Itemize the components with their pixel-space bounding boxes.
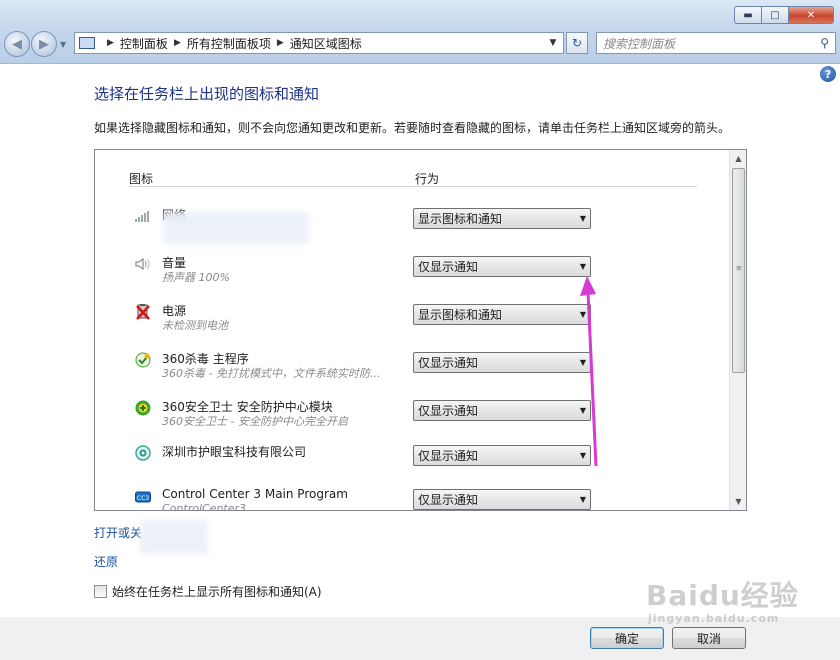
baidu-watermark: Baidu经验 jingyan.baidu.com bbox=[646, 574, 799, 625]
always-show-checkbox[interactable] bbox=[94, 585, 107, 598]
behavior-value: 仅显示通知 bbox=[418, 260, 479, 274]
behavior-select[interactable]: 仅显示通知 ▼ bbox=[413, 400, 591, 421]
search-placeholder: 搜索控制面板 bbox=[603, 36, 676, 51]
watermark-logo: Baidu经验 bbox=[646, 579, 799, 612]
always-show-option[interactable]: 始终在任务栏上显示所有图标和通知(A) bbox=[94, 583, 322, 600]
list-item: 电源 未检测到电池 显示图标和通知 ▼ bbox=[135, 296, 695, 340]
behavior-select[interactable]: 仅显示通知 ▼ bbox=[413, 256, 591, 277]
close-button[interactable]: ✕ bbox=[788, 6, 834, 24]
list-item: 360杀毒 主程序 360杀毒 - 免打扰模式中，文件系统实时防... 仅显示通… bbox=[135, 344, 695, 388]
grip-icon: ≡ bbox=[736, 264, 742, 272]
ok-button[interactable]: 确定 bbox=[590, 627, 664, 649]
row-name: 深圳市护眼宝科技有限公司 bbox=[162, 445, 307, 459]
speaker-icon bbox=[135, 256, 151, 272]
breadcrumb-separator-icon[interactable]: ▶ bbox=[277, 38, 284, 48]
chevron-down-icon: ▼ bbox=[579, 262, 587, 271]
scroll-down-icon[interactable]: ▼ bbox=[730, 493, 746, 510]
row-description: 360杀毒 - 免打扰模式中，文件系统实时防... bbox=[162, 367, 381, 380]
breadcrumb-all-items[interactable]: 所有控制面板项 bbox=[187, 35, 271, 52]
help-icon[interactable]: ? bbox=[820, 66, 836, 82]
redaction-blur bbox=[163, 212, 309, 244]
behavior-value: 显示图标和通知 bbox=[418, 212, 503, 226]
360-antivirus-icon bbox=[135, 352, 151, 368]
svg-text:CC3: CC3 bbox=[137, 495, 149, 502]
row-description: 360安全卫士 - 安全防护中心完全开启 bbox=[162, 415, 348, 428]
behavior-select[interactable]: 仅显示通知 ▼ bbox=[413, 489, 591, 510]
back-arrow-icon[interactable]: ◀ bbox=[4, 31, 30, 57]
search-icon[interactable]: ⚲ bbox=[820, 36, 829, 50]
title-bar: ▬ □ ✕ ◀ ▶ ▼ ▶ 控制面板 ▶ 所有控制面板项 ▶ 通知区域图标 ▼ … bbox=[0, 0, 840, 64]
page-description: 如果选择隐藏图标和通知，则不会向您通知更改和更新。若要随时查看隐藏的图标，请单击… bbox=[94, 121, 731, 135]
control-center-icon: CC3 bbox=[135, 489, 151, 505]
power-icon bbox=[135, 304, 151, 320]
minimize-button[interactable]: ▬ bbox=[734, 6, 762, 24]
redaction-blur bbox=[140, 520, 208, 554]
maximize-button[interactable]: □ bbox=[761, 6, 789, 24]
address-bar[interactable]: ▶ 控制面板 ▶ 所有控制面板项 ▶ 通知区域图标 ▼ bbox=[74, 32, 564, 54]
page-title: 选择在任务栏上出现的图标和通知 bbox=[94, 85, 320, 103]
column-header-icon: 图标 bbox=[129, 172, 154, 186]
refresh-icon: ↻ bbox=[571, 36, 583, 50]
behavior-select[interactable]: 显示图标和通知 ▼ bbox=[413, 208, 591, 229]
network-icon bbox=[135, 208, 151, 224]
chevron-down-icon: ▼ bbox=[579, 451, 587, 460]
behavior-value: 显示图标和通知 bbox=[418, 308, 503, 322]
notification-icons-list: 图标 行为 网络 显示图标和通知 ▼ 音量 扬声器 100% 仅显示通知 ▼ 电… bbox=[94, 149, 747, 511]
chevron-down-icon: ▼ bbox=[579, 214, 587, 223]
watermark-domain: jingyan.baidu.com bbox=[648, 612, 780, 625]
chevron-down-icon: ▼ bbox=[579, 310, 587, 319]
row-description: ControlCenter3 bbox=[162, 502, 247, 511]
recent-pages-dropdown-icon[interactable]: ▼ bbox=[60, 40, 66, 49]
behavior-value: 仅显示通知 bbox=[418, 356, 479, 370]
forward-arrow-icon[interactable]: ▶ bbox=[31, 31, 57, 57]
chevron-down-icon: ▼ bbox=[579, 406, 587, 415]
vertical-scrollbar[interactable]: ▲ ≡ ▼ bbox=[729, 150, 746, 510]
restore-defaults-link[interactable]: 还原 bbox=[94, 553, 118, 570]
list-item: 深圳市护眼宝科技有限公司 仅显示通知 ▼ bbox=[135, 437, 695, 481]
scroll-thumb[interactable]: ≡ bbox=[732, 168, 745, 373]
behavior-select[interactable]: 仅显示通知 ▼ bbox=[413, 445, 591, 466]
behavior-value: 仅显示通知 bbox=[418, 404, 479, 418]
scroll-up-icon[interactable]: ▲ bbox=[730, 150, 746, 167]
control-panel-icon bbox=[79, 37, 95, 49]
address-dropdown-icon[interactable]: ▼ bbox=[543, 38, 563, 48]
list-item: 音量 扬声器 100% 仅显示通知 ▼ bbox=[135, 248, 695, 292]
chevron-down-icon: ▼ bbox=[579, 358, 587, 367]
behavior-select[interactable]: 仅显示通知 ▼ bbox=[413, 352, 591, 373]
behavior-value: 仅显示通知 bbox=[418, 449, 479, 463]
cancel-button[interactable]: 取消 bbox=[672, 627, 746, 649]
navigation-buttons: ◀ ▶ ▼ bbox=[4, 31, 66, 57]
always-show-label: 始终在任务栏上显示所有图标和通知(A) bbox=[112, 585, 322, 599]
behavior-select[interactable]: 显示图标和通知 ▼ bbox=[413, 304, 591, 325]
turn-system-icons-link[interactable]: 打开或关 bbox=[94, 524, 142, 541]
refresh-button[interactable]: ↻ bbox=[566, 32, 588, 54]
row-description: 扬声器 100% bbox=[162, 271, 230, 284]
list-item: 360安全卫士 安全防护中心模块 360安全卫士 - 安全防护中心完全开启 仅显… bbox=[135, 392, 695, 436]
search-input[interactable]: 搜索控制面板 ⚲ bbox=[596, 32, 836, 54]
row-description: 未检测到电池 bbox=[162, 319, 228, 332]
column-header-behavior: 行为 bbox=[415, 172, 440, 186]
behavior-value: 仅显示通知 bbox=[418, 493, 479, 507]
chevron-down-icon: ▼ bbox=[579, 495, 587, 504]
window-controls: ▬ □ ✕ bbox=[734, 6, 834, 24]
eye-protection-icon bbox=[135, 445, 151, 461]
column-header: 图标 行为 bbox=[129, 170, 697, 187]
breadcrumb-separator-icon[interactable]: ▶ bbox=[107, 38, 114, 48]
breadcrumb-separator-icon[interactable]: ▶ bbox=[174, 38, 181, 48]
breadcrumb-control-panel[interactable]: 控制面板 bbox=[120, 35, 168, 52]
row-name: Control Center 3 Main Program bbox=[162, 487, 348, 501]
list-item: CC3 Control Center 3 Main Program Contro… bbox=[135, 481, 695, 511]
360-safeguard-icon bbox=[135, 400, 151, 416]
breadcrumb-notification-icons[interactable]: 通知区域图标 bbox=[290, 35, 362, 52]
